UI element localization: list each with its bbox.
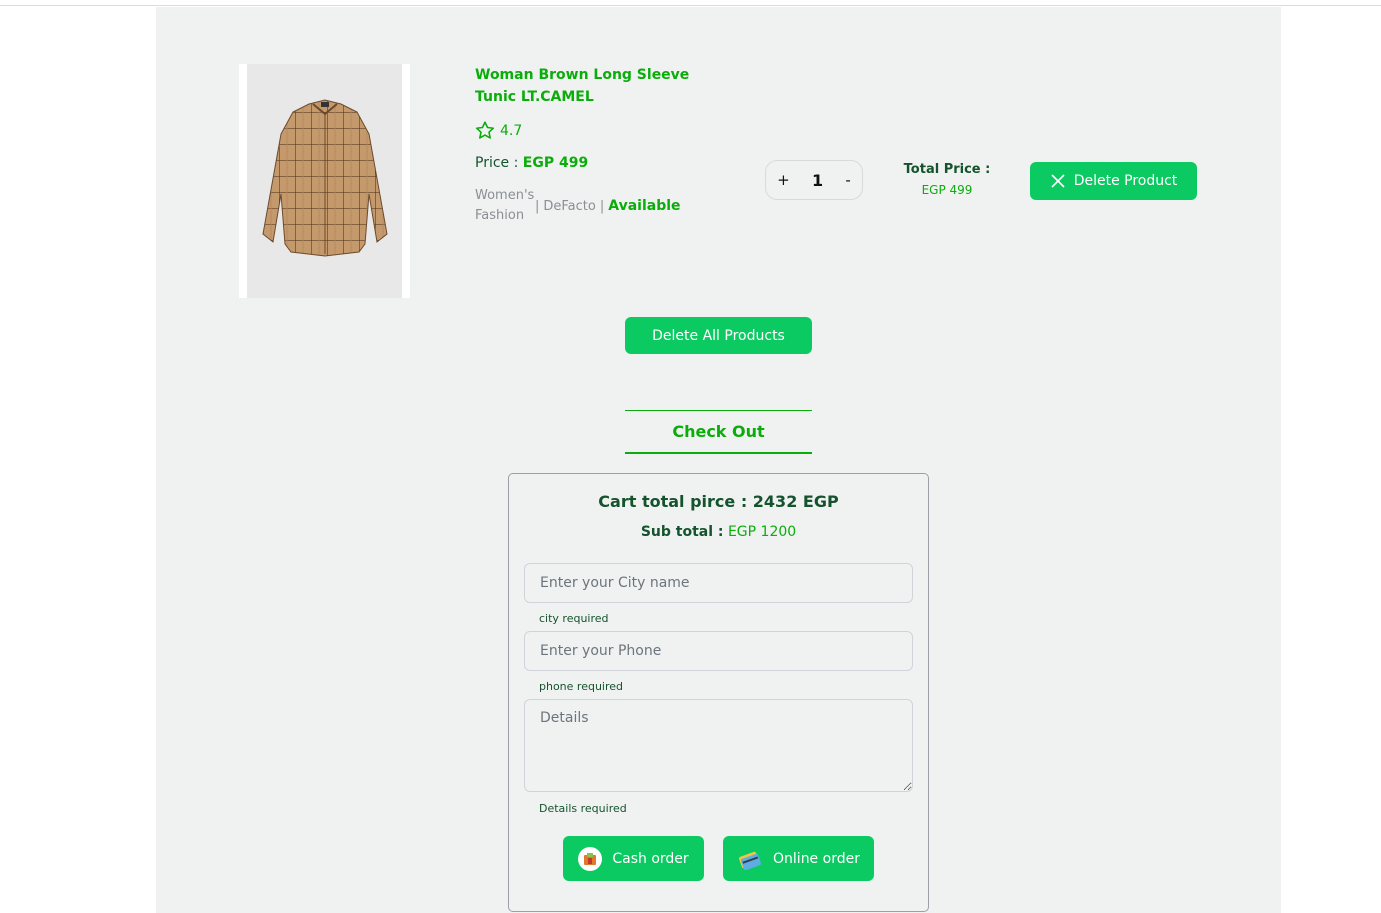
delete-product-button[interactable]: Delete Product — [1030, 162, 1197, 200]
credit-card-icon — [739, 851, 761, 870]
star-icon — [475, 121, 495, 139]
total-price-value: EGP 499 — [921, 183, 973, 197]
close-icon — [1051, 174, 1065, 188]
cart-total-price: Cart total pirce : 2432 EGP — [598, 492, 839, 511]
online-order-button[interactable]: Online order — [723, 836, 874, 881]
product-title-line-2: Tunic LT.CAMEL — [475, 89, 594, 105]
delete-all-products-button[interactable]: Delete All Products — [625, 317, 812, 354]
phone-input[interactable] — [524, 631, 913, 671]
meta-separator: | — [535, 198, 540, 214]
decrement-button[interactable]: - — [845, 171, 850, 189]
subtotal-label: Sub total : — [640, 524, 724, 540]
cash-order-label: Cash order — [612, 850, 689, 867]
city-error: city required — [539, 612, 609, 625]
product-total: Total Price : EGP 499 — [897, 162, 997, 197]
product-price: Price : EGP 499 — [475, 155, 588, 171]
city-input[interactable] — [524, 563, 913, 603]
total-price-label: Total Price : — [903, 162, 991, 177]
quantity-value: 1 — [812, 170, 824, 190]
product-rating: 4.7 — [474, 120, 522, 141]
product-title-line-1: Woman Brown Long Sleeve — [475, 67, 690, 83]
top-divider — [0, 5, 1381, 6]
rating-value: 4.7 — [500, 122, 523, 139]
subtotal: Sub total : EGP 1200 — [509, 524, 928, 540]
checkout-form: Cart total pirce : 2432 EGP Sub total : … — [508, 473, 929, 912]
details-textarea[interactable] — [524, 699, 913, 792]
product-category: Women's Fashion — [475, 186, 535, 226]
cash-icon — [578, 846, 603, 871]
price-label: Price : — [475, 155, 519, 171]
details-error: Details required — [539, 802, 627, 815]
meta-separator: | — [599, 198, 605, 214]
quantity-stepper: + 1 - — [765, 160, 863, 200]
phone-error: phone required — [539, 680, 624, 693]
online-order-label: Online order — [773, 850, 860, 867]
tab-check-out[interactable]: Check Out — [625, 410, 812, 454]
product-image — [239, 64, 410, 298]
product-photo — [247, 64, 402, 298]
subtotal-value: EGP 1200 — [727, 524, 797, 540]
product-meta: Women's Fashion | DeFacto | Available — [475, 186, 681, 226]
delete-product-label: Delete Product — [1073, 173, 1178, 189]
product-brand: DeFacto — [543, 198, 596, 214]
plaid-shirt-image — [262, 99, 388, 257]
category-line-1: Women's — [475, 188, 535, 203]
increment-button[interactable]: + — [777, 171, 790, 189]
product-title[interactable]: Woman Brown Long Sleeve Tunic LT.CAMEL — [475, 64, 695, 108]
cash-order-button[interactable]: Cash order — [563, 836, 704, 881]
category-line-2: Fashion — [475, 208, 525, 223]
product-availability: Available — [608, 198, 681, 214]
price-value: EGP 499 — [522, 155, 589, 171]
